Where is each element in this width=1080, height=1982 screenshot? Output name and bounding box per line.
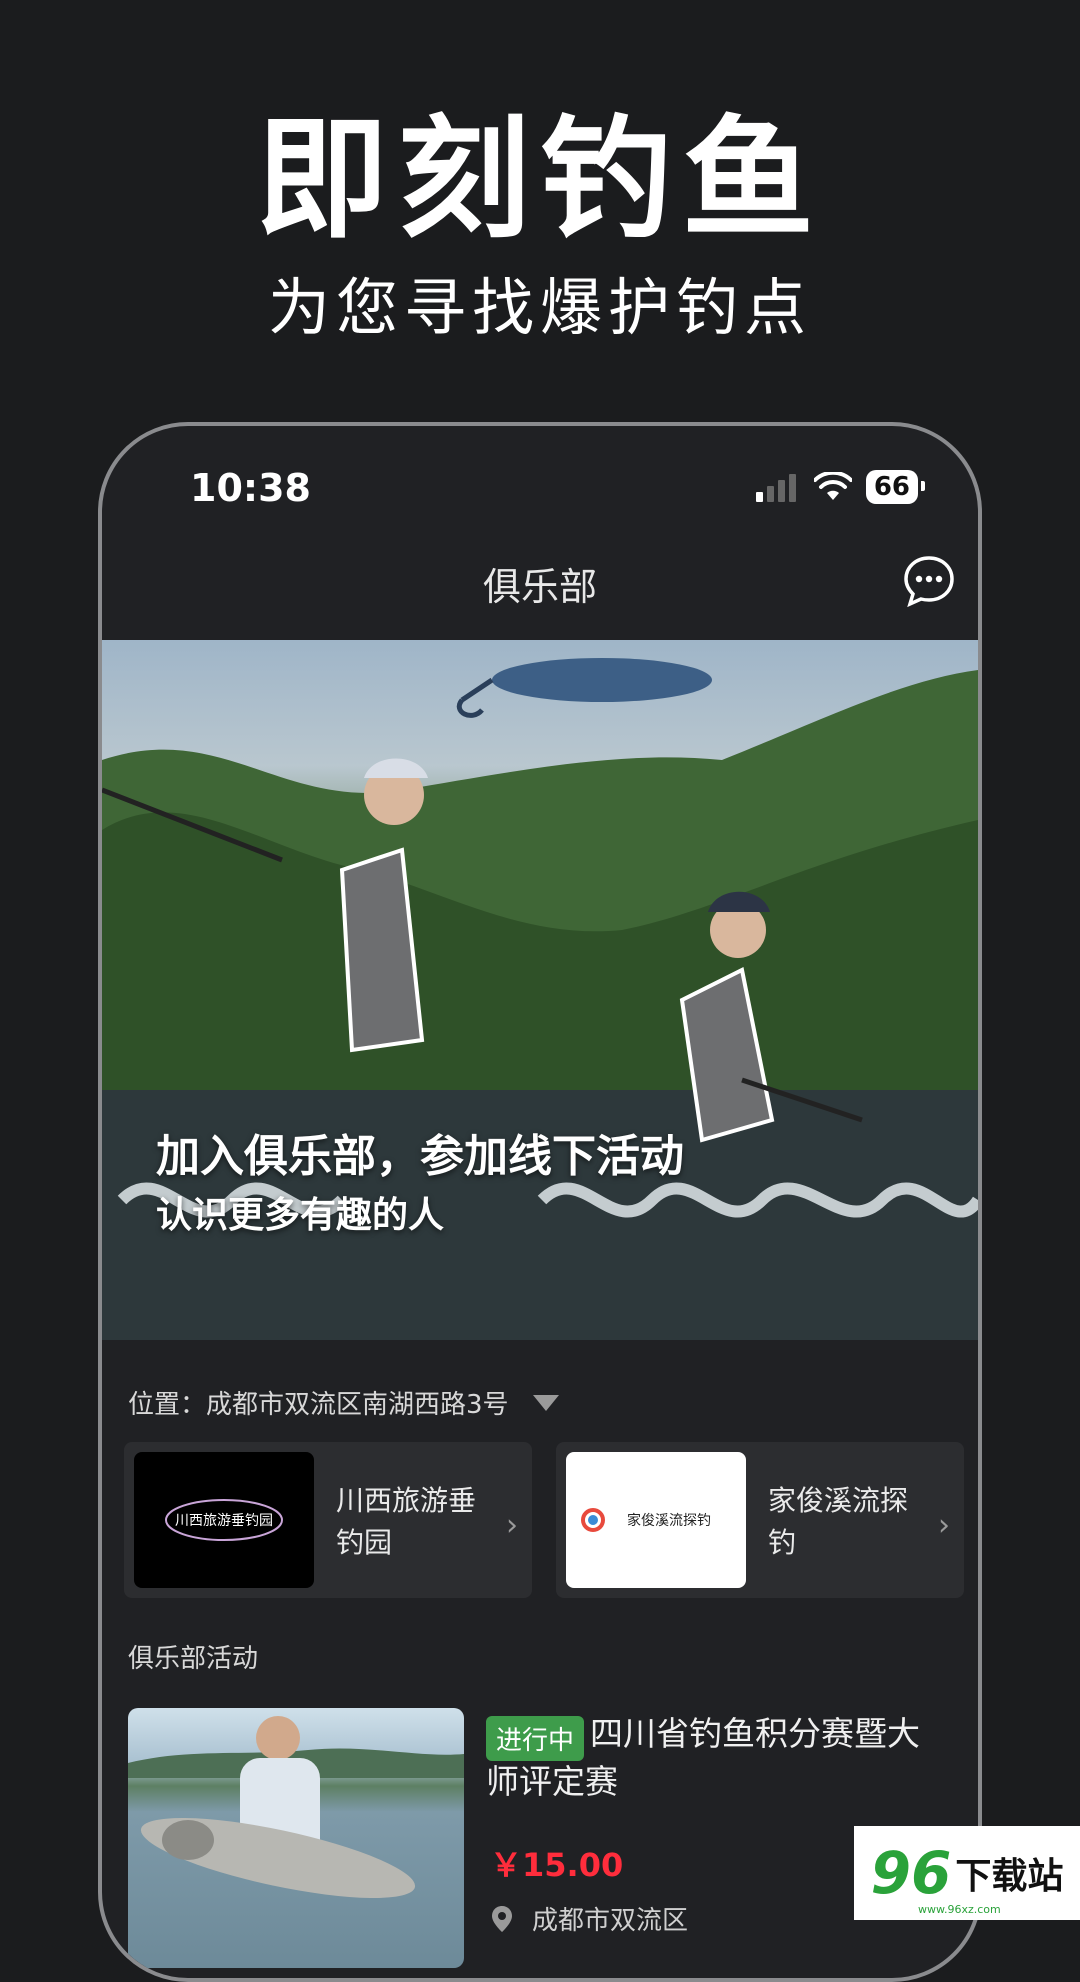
activity-thumbnail[interactable] [128, 1708, 464, 1968]
club-logo: 家俊溪流探钓 [566, 1452, 746, 1588]
status-time: 10:38 [190, 466, 311, 510]
location-selector[interactable]: 位置：成都市双流区南湖西路3号 [128, 1384, 559, 1421]
club-card[interactable]: 川西旅游垂钓园 川西旅游垂钓园 › [124, 1442, 532, 1598]
promo-title: 即刻钓鱼 [256, 103, 824, 257]
activity-price: ￥15.00 [490, 1846, 624, 1884]
chevron-right-icon: › [506, 1508, 518, 1543]
chevron-right-icon: › [938, 1508, 950, 1543]
banner-headline: 加入俱乐部，参加线下活动 [156, 1131, 684, 1182]
signal-icon [755, 474, 796, 502]
location-pin-icon [492, 1905, 512, 1932]
club-banner[interactable]: 加入俱乐部，参加线下活动 认识更多有趣的人 [102, 640, 978, 1340]
activity-photo [128, 1716, 464, 1898]
club-card[interactable]: 家俊溪流探钓 家俊溪流探钓 › [556, 1442, 964, 1598]
chat-bubble-icon[interactable] [902, 554, 956, 608]
activity-location: 成都市双流区 [490, 1900, 688, 1937]
location-label: 位置：成都市双流区南湖西路3号 [128, 1390, 509, 1420]
watermark-number: 96 [870, 1839, 952, 1907]
club-logo: 川西旅游垂钓园 [134, 1452, 314, 1588]
club-logo-graphic: 家俊溪流探钓 [581, 1508, 711, 1532]
status-icons: 66 [755, 470, 926, 504]
club-logo-text: 川西旅游垂钓园 [175, 1513, 273, 1529]
club-name: 川西旅游垂钓园 [336, 1484, 477, 1559]
activity-location-text: 成都市双流区 [532, 1906, 689, 1936]
nav-title: 俱乐部 [482, 565, 597, 609]
club-name: 家俊溪流探钓 [768, 1484, 909, 1559]
site-watermark: 96 下载站 www.96xz.com [854, 1826, 1080, 1920]
section-title-activities: 俱乐部活动 [128, 1644, 259, 1674]
watermark-url: www.96xz.com [918, 1903, 1001, 1916]
club-logo-graphic: 川西旅游垂钓园 [165, 1499, 283, 1541]
status-bar: 10:38 66 [102, 426, 978, 546]
activity-status-badge: 进行中 [486, 1716, 585, 1761]
battery-indicator: 66 [865, 470, 926, 504]
watermark-text: 下载站 [955, 1856, 1064, 1897]
promo-subtitle: 为您寻找爆护钓点 [267, 271, 812, 344]
club-logo-text: 家俊溪流探钓 [627, 1512, 711, 1529]
banner-subline: 认识更多有趣的人 [156, 1195, 445, 1236]
wifi-icon [813, 472, 852, 500]
caret-down-icon [532, 1394, 559, 1411]
phone-frame: 10:38 66 俱乐部 加入俱乐部，参加线下活动 认识更多有趣的人 位置：成都… [98, 422, 982, 1982]
